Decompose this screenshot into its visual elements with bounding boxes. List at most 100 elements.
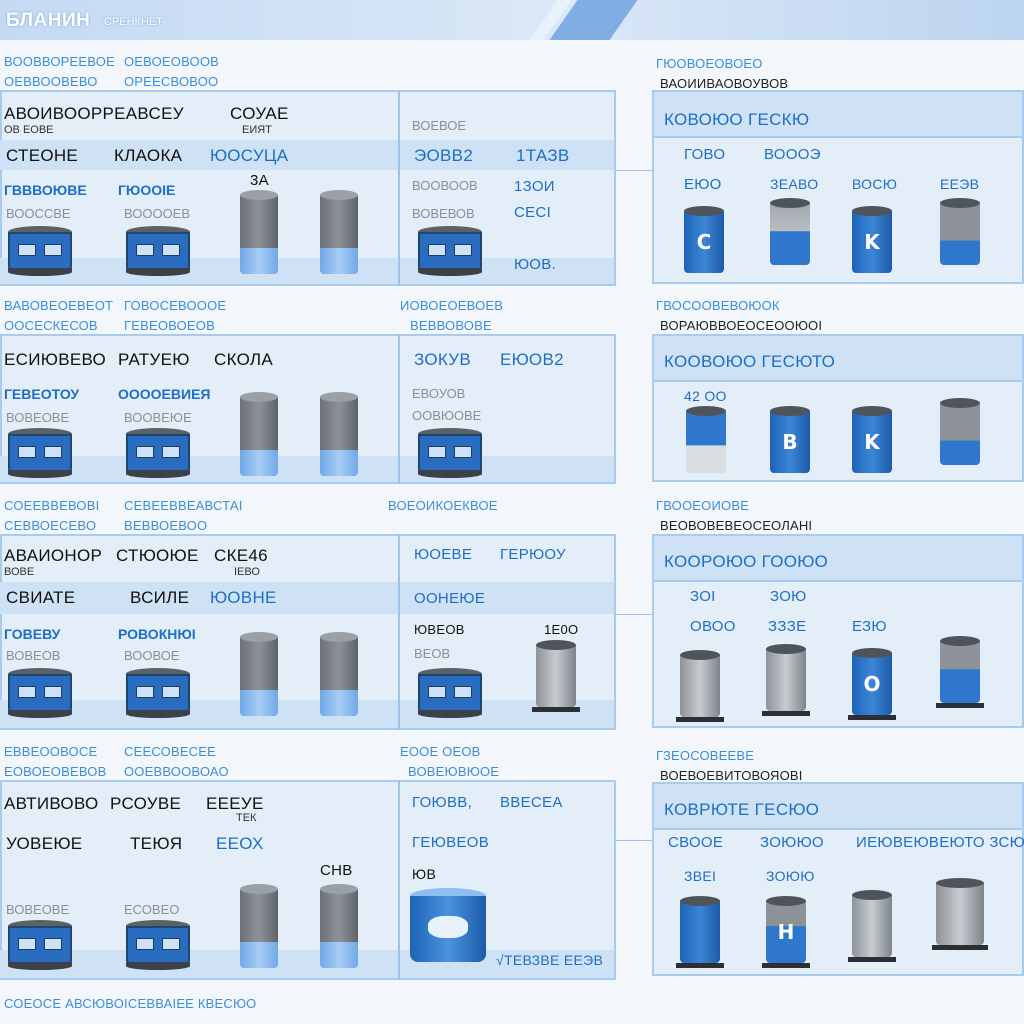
field-value: ГЕЮВЕОВ [412, 834, 490, 851]
item-desc: ВОВЕОВ [6, 648, 61, 663]
section-caption: ООЕВВООВОАО [124, 764, 229, 779]
panel-title: КООВОЮО ГЕСЮТО [664, 352, 836, 371]
field-value: √ТЕВЗВЕ ЕЕЭВ [496, 952, 604, 968]
footer-text: СОЕОСЕ АВСЮВОІСЕВВАІЕЕ КВЕСЮО [4, 996, 257, 1011]
field-value: ВОСЮ [852, 176, 898, 192]
header-band [0, 582, 614, 614]
field-value: СВИАТЕ [6, 588, 76, 607]
field-value: 1ТАЗВ [516, 146, 570, 165]
connector-line [616, 614, 656, 615]
field-label: СКЕ46 [214, 546, 268, 565]
cylinder-icon [320, 632, 358, 718]
field-value: СТЕОНЕ [6, 146, 79, 165]
field-label: РАТУЕЮ [118, 350, 190, 369]
connector-line [616, 170, 656, 171]
field-note: ОВ ЕОВЕ [4, 124, 54, 136]
field-value: ГОЮВВ, [412, 794, 473, 811]
field-value: ГОВО [684, 146, 726, 163]
item-desc: ВООВОЕ [124, 648, 180, 663]
canister-icon [532, 640, 580, 712]
section-caption: ВОРАЮВВОЕОСЕООЮОІ [660, 318, 823, 333]
field-value: ОВОО [690, 618, 736, 635]
item-name: ГВВВОЮВЕ [4, 182, 87, 198]
canister-icon: O [848, 648, 896, 720]
canister-icon [932, 878, 988, 950]
field-label: АВАИОНОР [4, 546, 103, 565]
column-divider [398, 780, 400, 980]
section-caption: ГЮОВОЕОВОЕО [656, 56, 763, 71]
field-value: ЗОЮ [770, 588, 807, 605]
field-value: ЗОЮЮО [760, 834, 824, 851]
panel-title: КОВРЮТЕ ГЕСЮО [664, 800, 820, 819]
app-subtitle: СРЕНКНЕТ [104, 16, 163, 28]
field-value: ЮОСУЦА [210, 146, 289, 165]
connector-line [616, 840, 656, 841]
field-label: ЮВЕОВ [414, 622, 465, 637]
section-caption: ВОВЕЮВЮОЕ [408, 764, 500, 779]
field-label: ВООВООВ [412, 178, 478, 193]
canister-icon [676, 896, 724, 968]
field-value: ЕЮОВ2 [500, 350, 564, 369]
section-caption: СЕЕСОВЕСЕЕ [124, 744, 217, 759]
field-value: ЗЕАВО [770, 176, 819, 192]
field-label: РСОУВЕ [110, 794, 182, 813]
section-caption: ЕОВОЕОВЕВОВ [4, 764, 107, 779]
cylinder-icon [240, 632, 278, 718]
section-caption: ИОВОЕОЕВОЕВ [400, 298, 504, 313]
field-value: ВОООЭ [764, 146, 821, 163]
section-caption: ОЕВВООВЕВО [4, 74, 98, 89]
container-flat-icon [126, 920, 190, 970]
canister-icon: H [762, 896, 810, 968]
item-name: ГОВЕВУ [4, 626, 61, 642]
field-label: СКОЛА [214, 350, 274, 369]
field-value: 42 ОО [684, 388, 727, 404]
app-title: БЛАНИН [6, 10, 91, 31]
field-value: СВООЕ [668, 834, 724, 851]
canister-icon: K [852, 206, 892, 278]
section-caption: ОРЕЕСВОВОО [124, 74, 219, 89]
field-value: ИЕЮВЕЮВЕЮТО ЗСЮО [856, 834, 1024, 851]
canister-icon: C [684, 206, 724, 278]
cylinder-icon [240, 190, 278, 276]
field-value: ЗЗЗЕ [768, 618, 807, 635]
field-value: ЮОВ. [514, 256, 557, 273]
field-label: ООВЮОВЕ [412, 408, 482, 423]
column-header: ВОЕВОЕ [412, 118, 467, 133]
section-caption: ГЕВЕОВОЕОВ [124, 318, 215, 333]
column-divider [398, 334, 400, 484]
item-desc: ЕСОВЕО [124, 902, 180, 917]
section-caption: ВОЕВОЕВИТОВОЯОВІ [660, 768, 803, 783]
field-label: ВОВЕВОВ [412, 206, 475, 221]
field-value: ЕЕЭВ [940, 176, 980, 192]
canister-icon [762, 644, 810, 716]
canister-icon [676, 650, 724, 722]
container-flat-icon [8, 226, 72, 276]
field-value: ВВЕСЕА [500, 794, 563, 811]
cylinder-icon [320, 190, 358, 276]
section-caption: СЕВВОЕСЕВО [4, 518, 97, 533]
field-label: СОУАЕ [230, 104, 289, 123]
field-value: ГЕРЮОУ [500, 546, 566, 563]
container-flat-icon [8, 920, 72, 970]
field-value: ЮОВНЕ [210, 588, 277, 607]
section-caption: ВОЕОИКОЕКВОЕ [388, 498, 498, 513]
canister-icon [770, 198, 810, 270]
item-name: ГЮООІЕ [118, 182, 176, 198]
field-label: АВОИВООРРЕАВСЕУ [4, 104, 184, 123]
container-flat-icon [8, 668, 72, 718]
field-value: ЗОЮЮ [766, 868, 815, 884]
field-label: СТЮОЮЕ [116, 546, 199, 565]
field-value: УОВЕЮЕ [6, 834, 83, 853]
canister-icon [686, 406, 726, 478]
item-desc: ВООССВЕ [6, 206, 71, 221]
field-value: ЗОІ [690, 588, 716, 605]
cylinder-icon [240, 884, 278, 970]
field-value: КЛАОКА [114, 146, 183, 165]
item-count: 3А [250, 172, 269, 189]
container-flat-icon [418, 428, 482, 478]
field-value: ЮВ [412, 866, 437, 882]
field-label: ЕЕЕУЕ [206, 794, 264, 813]
section-caption: ВООВВОРЕЕВОЕ [4, 54, 115, 69]
container-flat-icon [126, 226, 190, 276]
field-value: ЕЮО [684, 176, 722, 193]
